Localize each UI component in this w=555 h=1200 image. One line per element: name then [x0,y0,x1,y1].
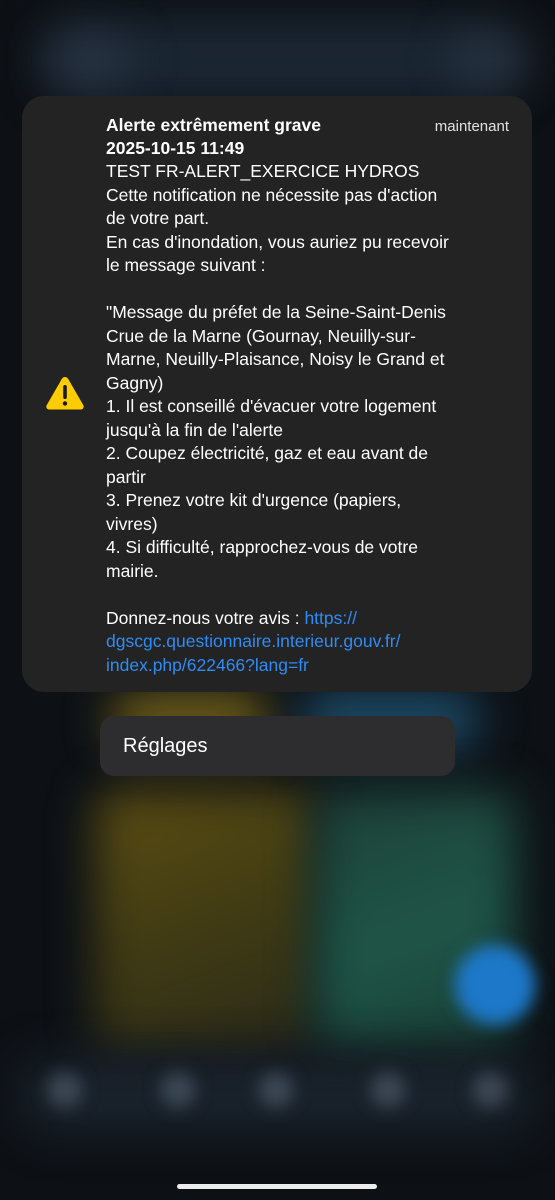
message-line: Marne, Neuilly-Plaisance, Noisy le Grand… [106,349,445,369]
message-line: Crue de la Marne (Gournay, Neuilly-sur- [106,325,416,346]
feedback-line: Donnez-nous votre avis : https:// [106,607,516,631]
blurred-tab-icon [370,1072,406,1108]
message-line: jusqu'à la fin de l'alerte [106,419,283,440]
message-line: 1. Il est conseillé d'évacuer votre loge… [106,396,437,416]
alert-datetime: 2025-10-15 11:49 [106,138,245,158]
blurred-floating-button [455,945,535,1025]
blurred-tile-left [95,790,315,1050]
message-line: vivres) [106,513,158,534]
blurred-tab-icon [160,1072,196,1108]
survey-link-part-3[interactable]: index.php/622466?lang=fr [106,654,516,678]
feedback-prefix: Donnez-nous votre avis : [106,607,305,628]
survey-link-part-2[interactable]: dgscgc.questionnaire.interieur.gouv.fr/ [106,630,516,654]
message-line: le message suivant : [106,255,266,275]
message-line: 3. Prenez votre kit d'urgence (papiers, [106,490,402,510]
message-line [106,278,516,302]
alert-header: Alerte extrêmement grave maintenant [106,114,509,138]
message-line: partir [106,466,146,487]
settings-label: Réglages [123,734,208,757]
message-line: Cette notification ne nécessite pas d'ac… [106,184,438,205]
blurred-tab-icon [47,1072,83,1108]
message-line: Gagny) [106,372,164,393]
blurred-tab-icon [258,1072,294,1108]
alert-title: Alerte extrêmement grave [106,115,321,135]
message-line: TEST FR-ALERT_EXERCICE HYDROS [106,161,420,181]
message-line: "Message du préfet de la Seine-Saint-Den… [106,302,446,322]
message-line: de votre part. [106,208,210,228]
survey-link-part-1[interactable]: https:// [304,608,357,628]
message-line [106,583,516,607]
blurred-header-button-left [50,40,130,80]
blurred-header-button-right [455,40,525,80]
blurred-tab-icon [472,1072,508,1108]
message-line: 2. Coupez électricité, gaz et eau avant … [106,443,429,463]
message-line: En cas d'inondation, vous auriez pu rece… [106,231,449,252]
message-line: mairie. [106,560,159,581]
alert-timestamp: maintenant [434,118,509,135]
alert-message: TEST FR-ALERT_EXERCICE HYDROS Cette noti… [106,160,516,677]
message-line: 4. Si difficulté, rapprochez-vous de vot… [106,537,418,557]
warning-triangle-icon [45,375,85,411]
settings-menu-item[interactable]: Réglages [100,716,455,776]
home-indicator[interactable] [177,1184,377,1189]
